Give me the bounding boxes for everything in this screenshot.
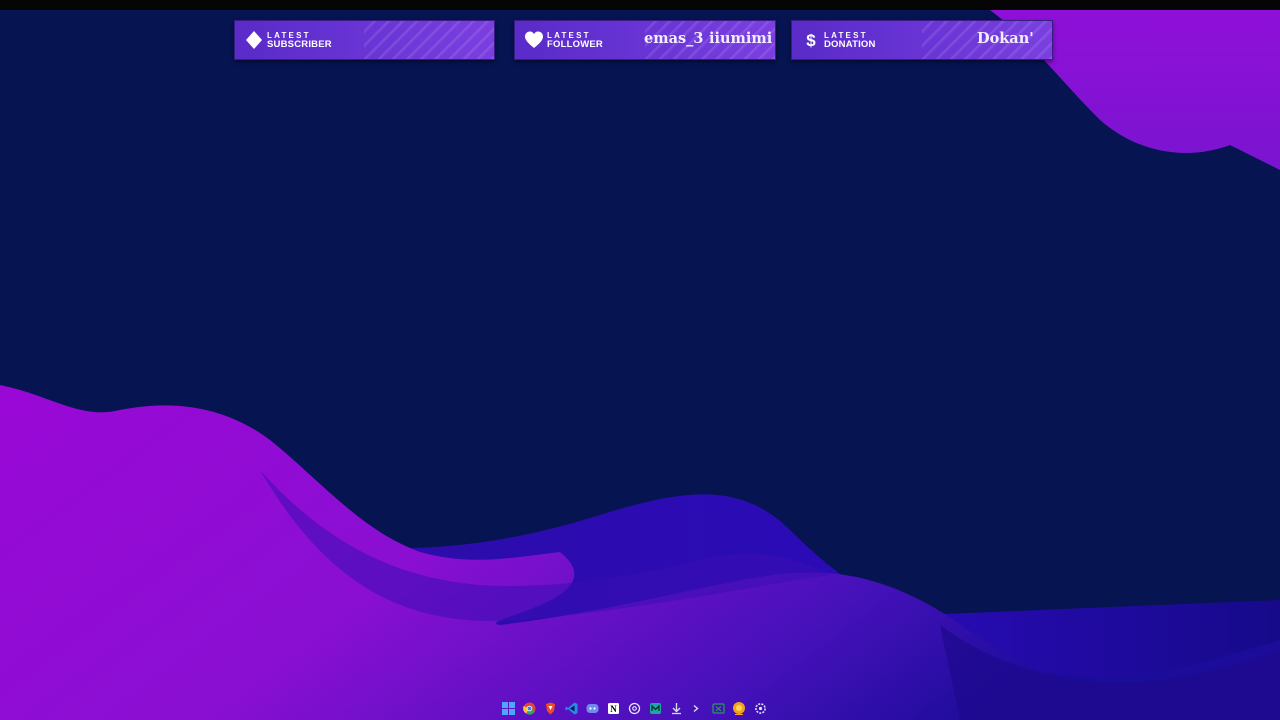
stripe-decoration [364, 21, 494, 59]
desktop: LATEST SUBSCRIBER LATEST FOLLOWER emas_3… [0, 0, 1280, 720]
svg-text:N: N [610, 704, 617, 714]
donation-name: Dokan' [977, 30, 1034, 47]
discord-icon[interactable] [584, 700, 600, 716]
follower-name-2: iiumimi [709, 30, 773, 47]
dollar-icon: $ [806, 31, 816, 50]
download-icon[interactable] [668, 700, 684, 716]
donation-label: DONATION [824, 39, 876, 50]
terminal-icon[interactable] [689, 700, 705, 716]
wallpaper [0, 0, 1280, 720]
subscriber-label: SUBSCRIBER [267, 39, 332, 50]
latest-follower-widget: LATEST FOLLOWER emas_3 iiumimi [514, 20, 776, 60]
svg-text:$: $ [806, 31, 816, 50]
excel-icon[interactable] [710, 700, 726, 716]
taskbar: N [500, 699, 782, 717]
notion-icon[interactable]: N [605, 700, 621, 716]
follower-name-1: emas_3 [644, 30, 704, 47]
chrome-icon[interactable] [521, 700, 537, 716]
chatgpt-icon[interactable] [626, 700, 642, 716]
latest-subscriber-widget: LATEST SUBSCRIBER [234, 20, 495, 60]
latest-donation-widget: $ LATEST DONATION Dokan' [791, 20, 1053, 60]
diamond-icon [246, 31, 262, 49]
heart-icon [525, 31, 543, 48]
windows-start-icon[interactable] [500, 700, 516, 716]
top-black-bar [0, 0, 1280, 10]
brave-icon[interactable] [542, 700, 558, 716]
settings-gear-icon[interactable] [752, 700, 768, 716]
mail-app-icon[interactable] [647, 700, 663, 716]
vscode-icon[interactable] [563, 700, 579, 716]
follower-label: FOLLOWER [547, 39, 603, 50]
orange-app-icon[interactable] [731, 700, 747, 716]
